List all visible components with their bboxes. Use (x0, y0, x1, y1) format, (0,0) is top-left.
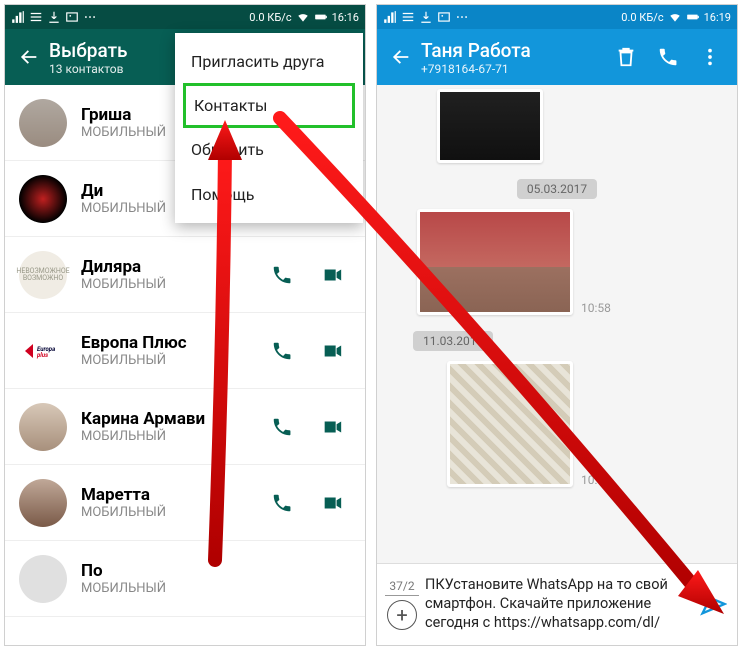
menu-contacts[interactable]: Контакты (183, 83, 355, 128)
video-icon[interactable] (321, 492, 343, 514)
net-speed: 0.0 КБ/с (621, 11, 663, 24)
contact-row[interactable]: НЕВОЗМОЖНОЕВОЗМОЖНО Диляра МОБИЛЬНЫЙ (5, 237, 365, 313)
signal-icon (383, 10, 397, 24)
more-icon (83, 10, 97, 24)
message-image[interactable] (447, 361, 573, 487)
download-icon (419, 10, 433, 24)
chat-phone: +7918164-67-71 (421, 62, 615, 76)
contact-name: Карина Армави (81, 409, 271, 429)
battery-icon (686, 10, 700, 24)
attach-button[interactable]: + (387, 600, 417, 630)
phone-right: 0.0 КБ/с 16:19 Таня Работа +7918164-67-7… (376, 4, 738, 646)
call-icon[interactable] (657, 46, 679, 68)
call-icon[interactable] (271, 264, 293, 286)
message-time: 10:38 (581, 473, 611, 487)
avatar (19, 403, 67, 451)
popup-menu: Пригласить друга Контакты Обновить Помощ… (175, 33, 363, 223)
signal-icon (11, 10, 25, 24)
contact-sub: МОБИЛЬНЫЙ (81, 277, 271, 292)
avatar (19, 175, 67, 223)
video-icon[interactable] (321, 340, 343, 362)
message-input[interactable]: ПКУстановите WhatsApp на то свой смартфо… (425, 576, 693, 633)
avatar: Europaplus (19, 327, 67, 375)
contact-row[interactable]: Europaplus Европа Плюс МОБИЛЬНЫЙ (5, 313, 365, 389)
chat-title: Таня Работа (421, 39, 615, 62)
char-counter: 37/2 (385, 579, 419, 596)
date-pill: 05.03.2017 (517, 179, 597, 199)
contact-sub: МОБИЛЬНЫЙ (81, 581, 351, 596)
video-icon[interactable] (321, 264, 343, 286)
phone-left: 0.0 КБ/с 16:16 Выбрать 13 контактов Приг… (4, 4, 366, 646)
date-pill: 11.03.2017 (413, 331, 493, 351)
send-button[interactable] (699, 590, 729, 620)
wifi-icon (296, 10, 310, 24)
more-icon (455, 10, 469, 24)
wifi-icon (668, 10, 682, 24)
image-icon (65, 10, 79, 24)
avatar (19, 479, 67, 527)
contact-row[interactable]: По МОБИЛЬНЫЙ (5, 541, 365, 617)
menu-help[interactable]: Помощь (175, 172, 363, 217)
video-icon[interactable] (321, 416, 343, 438)
contact-name: Европа Плюс (81, 333, 271, 353)
call-icon[interactable] (271, 416, 293, 438)
message-image[interactable] (437, 89, 543, 163)
statusbar-right: 0.0 КБ/с 16:19 (377, 5, 737, 29)
contact-sub: МОБИЛЬНЫЙ (81, 505, 271, 520)
clock: 16:16 (332, 11, 359, 24)
message-time: 10:58 (581, 301, 611, 315)
call-icon[interactable] (271, 340, 293, 362)
contact-sub: МОБИЛЬНЫЙ (81, 353, 271, 368)
call-icon[interactable] (271, 492, 293, 514)
download-icon (47, 10, 61, 24)
trash-icon[interactable] (615, 46, 637, 68)
menu-icon (29, 10, 43, 24)
battery-icon (314, 10, 328, 24)
menu-update[interactable]: Обновить (175, 127, 363, 172)
statusbar-left: 0.0 КБ/с 16:16 (5, 5, 365, 29)
clock: 16:19 (704, 11, 731, 24)
contact-name: Диляра (81, 257, 271, 277)
avatar (19, 555, 67, 603)
more-icon[interactable] (699, 46, 721, 68)
menu-invite[interactable]: Пригласить друга (175, 39, 363, 84)
composer: 37/2 + ПКУстановите WhatsApp на то свой … (377, 563, 737, 645)
menu-icon (401, 10, 415, 24)
svg-text:plus: plus (36, 352, 48, 359)
header-right: Таня Работа +7918164-67-71 (377, 29, 737, 85)
net-speed: 0.0 КБ/с (249, 11, 291, 24)
image-icon (437, 10, 451, 24)
contact-name: Маретта (81, 485, 271, 505)
avatar: НЕВОЗМОЖНОЕВОЗМОЖНО (19, 251, 67, 299)
message-image[interactable] (417, 209, 573, 315)
contact-row[interactable]: Маретта МОБИЛЬНЫЙ (5, 465, 365, 541)
back-button[interactable] (385, 46, 417, 68)
back-button[interactable] (13, 46, 45, 68)
contact-row[interactable]: Карина Армави МОБИЛЬНЫЙ (5, 389, 365, 465)
chat-area[interactable]: 05.03.2017 10:58 11.03.2017 10:38 (377, 85, 737, 573)
contact-name: По (81, 561, 351, 581)
contact-sub: МОБИЛЬНЫЙ (81, 429, 271, 444)
avatar (19, 99, 67, 147)
